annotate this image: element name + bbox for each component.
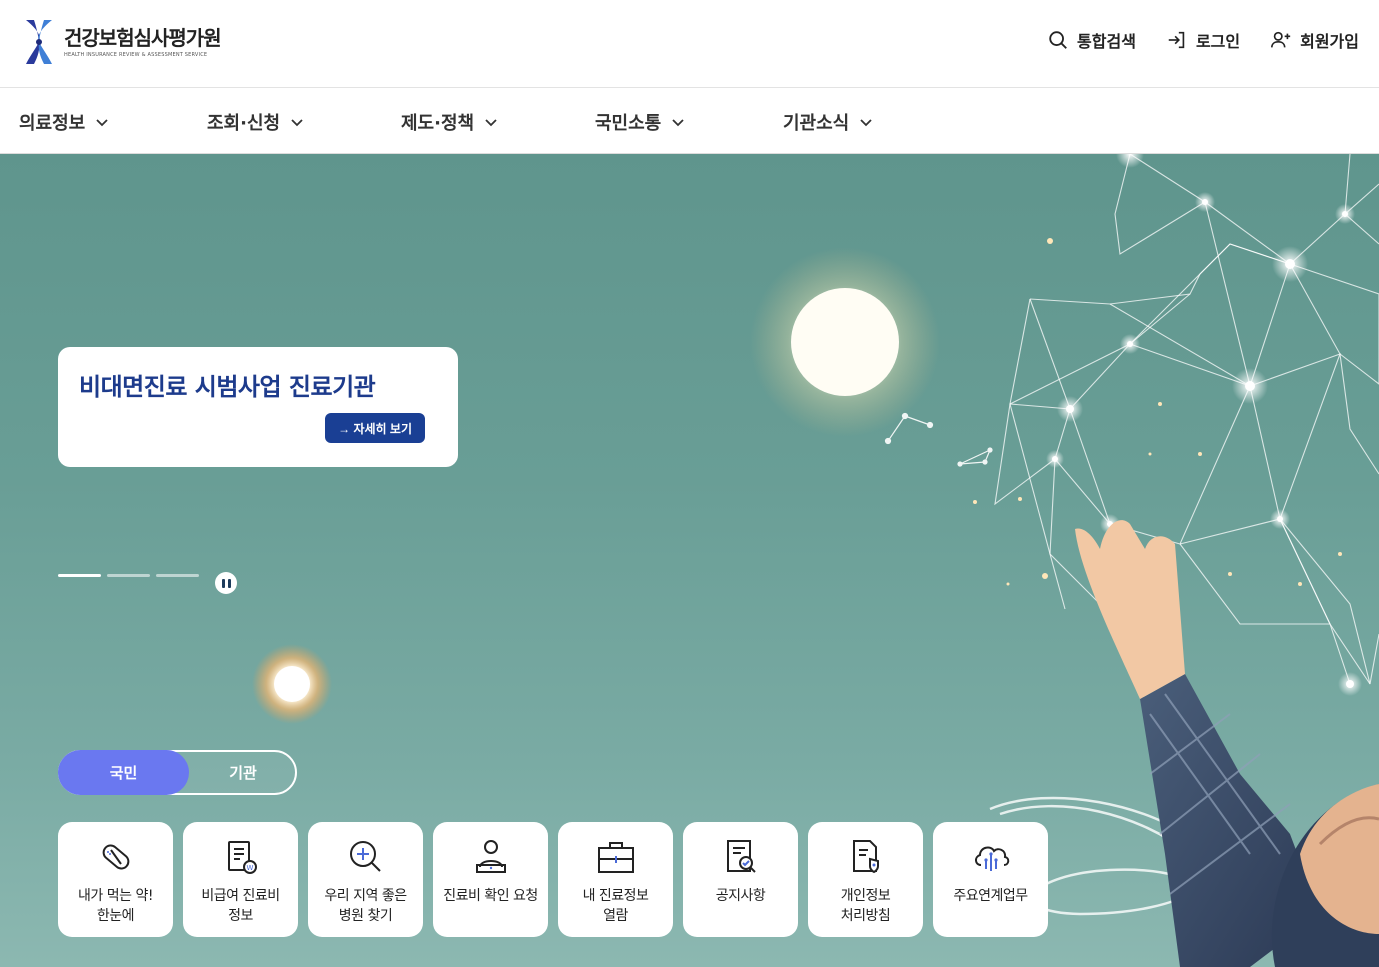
site-header: 건강보험심사평가원 HEALTH INSURANCE REVIEW & ASSE… <box>0 0 1379 88</box>
slide-indicators <box>58 574 199 577</box>
quick-link-label: 내 진료정보 열람 <box>582 888 649 924</box>
quick-links: 내가 먹는 약! 한눈에 W 비급여 진료비 정보 우리 지역 좋은 병원 찾기 <box>58 822 1048 937</box>
banner-title: 비대면진료 시범사업 진료기관 <box>79 373 376 401</box>
banner-detail-button[interactable]: → 자세히 보기 <box>325 413 425 443</box>
slide-indicator-2[interactable] <box>107 574 150 577</box>
nav-item-lookup-apply[interactable]: 조회·신청 <box>207 109 304 135</box>
svg-text:W: W <box>246 864 253 872</box>
nav-item-label: 제도·정책 <box>401 113 475 134</box>
magnifier-plus-icon <box>349 841 381 872</box>
document-search-icon <box>726 840 756 873</box>
chevron-down-icon <box>860 119 872 127</box>
main-nav: 의료정보 조회·신청 제도·정책 국민소통 기관소식 <box>0 88 1379 154</box>
quick-link-notices[interactable]: 공지사항 <box>683 822 798 937</box>
chevron-down-icon <box>291 119 303 127</box>
quick-link-linked-services[interactable]: 주요연계업무 <box>933 822 1048 937</box>
quick-link-medical-records[interactable]: 내 진료정보 열람 <box>558 822 673 937</box>
toggle-option-citizen[interactable]: 국민 <box>58 750 189 795</box>
cloud-network-icon <box>974 846 1009 871</box>
login-icon <box>1168 31 1185 49</box>
quick-link-label: 주요연계업무 <box>953 888 1028 904</box>
nav-item-label: 국민소통 <box>595 113 662 134</box>
pill-icon <box>102 844 129 870</box>
nav-item-communication[interactable]: 국민소통 <box>595 109 685 135</box>
quick-link-cost-check[interactable]: 진료비 확인 요청 <box>433 822 548 937</box>
person-laptop-icon <box>475 840 506 873</box>
integrated-search-label: 통합검색 <box>1077 32 1136 51</box>
slide-indicator-1[interactable] <box>58 574 101 577</box>
medical-case-icon <box>597 842 634 873</box>
add-user-icon <box>1271 31 1291 48</box>
pause-icon <box>221 578 225 588</box>
integrated-search-link[interactable]: 통합검색 <box>1047 28 1136 52</box>
quick-link-privacy-policy[interactable]: 개인정보 처리방침 <box>808 822 923 937</box>
hero-visual: 비대면진료 시범사업 진료기관 → 자세히 보기 국민 기관 내가 먹는 약! … <box>0 154 1379 967</box>
nav-item-label: 조회·신청 <box>207 113 281 134</box>
chevron-down-icon <box>485 119 497 127</box>
quick-link-my-medicine[interactable]: 내가 먹는 약! 한눈에 <box>58 822 173 937</box>
document-shield-icon <box>852 840 879 874</box>
chevron-down-icon <box>672 119 684 127</box>
signup-link[interactable]: 회원가입 <box>1270 28 1359 52</box>
clipboard-won-icon: W <box>227 841 257 874</box>
signup-label: 회원가입 <box>1300 32 1359 51</box>
quick-link-label: 공지사항 <box>715 888 766 904</box>
slide-pause-button[interactable] <box>215 572 237 594</box>
quick-link-find-hospital[interactable]: 우리 지역 좋은 병원 찾기 <box>308 822 423 937</box>
quick-link-label: 우리 지역 좋은 병원 찾기 <box>324 888 407 924</box>
quick-link-label: 진료비 확인 요청 <box>443 888 538 904</box>
slide-indicator-3[interactable] <box>156 574 199 577</box>
audience-toggle: 국민 기관 <box>58 750 297 795</box>
site-logo[interactable]: 건강보험심사평가원 HEALTH INSURANCE REVIEW & ASSE… <box>22 18 222 66</box>
nav-item-policy[interactable]: 제도·정책 <box>401 109 498 135</box>
logo-subtitle: HEALTH INSURANCE REVIEW & ASSESSMENT SER… <box>64 52 208 58</box>
quick-link-label: 비급여 진료비 정보 <box>201 888 280 924</box>
chevron-down-icon <box>96 119 108 127</box>
search-icon <box>1049 31 1067 49</box>
nav-item-medical-info[interactable]: 의료정보 <box>19 109 109 135</box>
hira-logo-icon <box>26 20 52 64</box>
utility-menu: 통합검색 로그인 회원가입 <box>1047 28 1359 52</box>
pause-icon <box>227 578 231 588</box>
banner-card: 비대면진료 시범사업 진료기관 → 자세히 보기 <box>58 347 458 467</box>
quick-link-noncovered-cost[interactable]: W 비급여 진료비 정보 <box>183 822 298 937</box>
nav-item-label: 의료정보 <box>19 113 86 134</box>
quick-link-label: 내가 먹는 약! 한눈에 <box>78 888 153 924</box>
nav-item-label: 기관소식 <box>783 113 850 134</box>
login-label: 로그인 <box>1195 32 1241 51</box>
nav-item-news[interactable]: 기관소식 <box>783 109 873 135</box>
toggle-option-institution[interactable]: 기관 <box>188 750 298 795</box>
login-link[interactable]: 로그인 <box>1166 28 1240 52</box>
logo-title: 건강보험심사평가원 <box>64 26 222 50</box>
quick-link-label: 개인정보 처리방침 <box>840 888 891 924</box>
